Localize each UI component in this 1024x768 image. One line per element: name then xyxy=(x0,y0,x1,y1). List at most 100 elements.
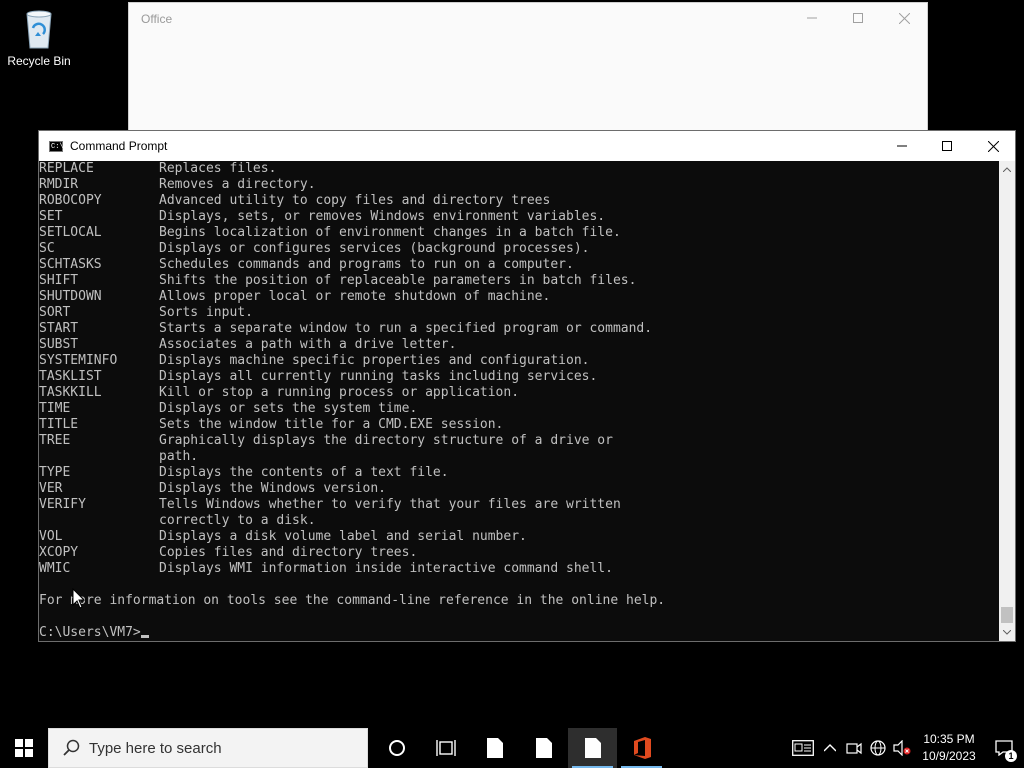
chevron-down-icon xyxy=(1003,630,1011,635)
scroll-down-button[interactable] xyxy=(999,624,1015,641)
command-description: Displays a disk volume label and serial … xyxy=(159,529,527,544)
console-line: TITLE Sets the window title for a CMD.EXE… xyxy=(39,417,1001,433)
maximize-icon xyxy=(942,141,952,151)
meet-now-button[interactable] xyxy=(842,728,866,768)
command-description: Replaces files. xyxy=(159,161,277,176)
command-description: Kill or stop a running process or applic… xyxy=(159,385,520,400)
command-description: Displays machine specific properties and… xyxy=(159,353,590,368)
command-name: SCHTASKS xyxy=(39,257,102,272)
office-window[interactable]: Office xyxy=(128,2,928,134)
notification-center-button[interactable]: 1 xyxy=(984,728,1024,768)
camera-icon xyxy=(846,742,862,755)
start-button[interactable] xyxy=(0,728,48,768)
clock-time: 10:35 PM xyxy=(923,732,975,746)
console-line: VER Displays the Windows version. xyxy=(39,481,1001,497)
command-description: Removes a directory. xyxy=(159,177,316,192)
office-maximize-button[interactable] xyxy=(835,3,881,33)
console-line: START Starts a separate window to run a s… xyxy=(39,321,1001,337)
console-line: SORT Sorts input. xyxy=(39,305,1001,321)
console-line: ROBOCOPY Advanced utility to copy files a… xyxy=(39,193,1001,209)
command-description: Displays, sets, or removes Windows envir… xyxy=(159,209,606,224)
command-description: Displays WMI information inside interact… xyxy=(159,561,613,576)
document-icon xyxy=(486,738,503,758)
prompt-text: C:\Users\VM7> xyxy=(39,625,141,640)
office-window-title: Office xyxy=(141,12,173,26)
command-name: ROBOCOPY xyxy=(39,193,102,208)
taskbar-file-app-1[interactable] xyxy=(470,728,519,768)
task-view-icon xyxy=(435,740,456,756)
taskbar-command-prompt[interactable] xyxy=(568,728,617,768)
command-description: Sorts input. xyxy=(159,305,253,320)
vertical-scrollbar[interactable] xyxy=(999,161,1015,641)
show-hidden-icons-button[interactable] xyxy=(818,728,842,768)
command-description: Tells Windows whether to verify that you… xyxy=(159,497,621,512)
cmd-close-button[interactable] xyxy=(970,131,1016,161)
maximize-icon xyxy=(853,13,863,23)
command-description: correctly to a disk. xyxy=(159,513,316,528)
command-name: VER xyxy=(39,481,63,496)
command-name: TASKKILL xyxy=(39,385,102,400)
command-description: Displays or sets the system time. xyxy=(159,401,418,416)
office-minimize-button[interactable] xyxy=(789,3,835,33)
command-description: Displays or configures services (backgro… xyxy=(159,241,590,256)
taskbar-office[interactable] xyxy=(617,728,666,768)
command-description: Advanced utility to copy files and direc… xyxy=(159,193,551,208)
command-description: Displays the Windows version. xyxy=(159,481,386,496)
console-line: VERIFY Tells Windows whether to verify th… xyxy=(39,497,1001,513)
clock-date: 10/9/2023 xyxy=(922,749,976,763)
command-name: TASKLIST xyxy=(39,369,102,384)
console-footer-line: For more information on tools see the co… xyxy=(39,593,666,608)
command-name: SYSTEMINFO xyxy=(39,353,118,368)
clock[interactable]: 10:35 PM 10/9/2023 xyxy=(914,731,984,765)
close-icon xyxy=(987,140,999,152)
cmd-minimize-button[interactable] xyxy=(879,131,925,161)
console-line: WMIC Displays WMI information inside inte… xyxy=(39,561,1001,577)
news-widget-button[interactable] xyxy=(788,728,818,768)
console-line: correctly to a disk. xyxy=(39,513,1001,529)
command-description: Schedules commands and programs to run o… xyxy=(159,257,574,272)
command-description: Displays the contents of a text file. xyxy=(159,465,449,480)
cortana-circle-icon xyxy=(388,740,405,756)
console-output[interactable]: REPLACE Replaces files. RMDIR Removes a dir… xyxy=(39,161,1001,641)
cmd-titlebar[interactable]: C:\ Command Prompt xyxy=(39,131,1015,161)
search-placeholder: Type here to search xyxy=(89,739,222,757)
recycle-bin-icon xyxy=(19,6,59,50)
command-name: START xyxy=(39,321,79,336)
command-name: SORT xyxy=(39,305,71,320)
network-button[interactable] xyxy=(866,728,890,768)
command-description: Starts a separate window to run a specif… xyxy=(159,321,653,336)
scroll-up-button[interactable] xyxy=(999,161,1015,178)
console-line: REPLACE Replaces files. xyxy=(39,161,1001,177)
cmd-app-icon: C:\ xyxy=(49,140,64,152)
command-name: SET xyxy=(39,209,63,224)
taskbar-file-app-2[interactable] xyxy=(519,728,568,768)
command-name: TITLE xyxy=(39,417,79,432)
task-view-button[interactable] xyxy=(421,728,470,768)
command-name: XCOPY xyxy=(39,545,79,560)
console-line: TASKLIST Displays all currently running t… xyxy=(39,369,1001,385)
console-line: SC Displays or configures services (backg… xyxy=(39,241,1001,257)
taskbar-search-box[interactable]: Type here to search xyxy=(48,728,368,768)
command-name: SHUTDOWN xyxy=(39,289,102,304)
command-name: SETLOCAL xyxy=(39,225,102,240)
globe-icon xyxy=(870,740,886,756)
volume-button[interactable] xyxy=(890,728,914,768)
command-prompt-window[interactable]: C:\ Command Prompt REPLACE Replaces files… xyxy=(38,130,1016,642)
command-description: Shifts the position of replaceable param… xyxy=(159,273,637,288)
recycle-bin-shortcut[interactable]: Recycle Bin xyxy=(4,6,74,68)
command-name: RMDIR xyxy=(39,177,79,192)
notification-count-badge: 1 xyxy=(1005,750,1017,762)
command-name: SHIFT xyxy=(39,273,79,288)
scroll-thumb[interactable] xyxy=(1001,607,1013,623)
console-line: SUBST Associates a path with a drive lett… xyxy=(39,337,1001,353)
cortana-button[interactable] xyxy=(372,728,421,768)
cmd-maximize-button[interactable] xyxy=(924,131,970,161)
command-name: WMIC xyxy=(39,561,71,576)
command-description: Sets the window title for a CMD.EXE sess… xyxy=(159,417,504,432)
office-close-button[interactable] xyxy=(881,3,927,33)
console-prompt-line[interactable]: C:\Users\VM7> xyxy=(39,625,1001,641)
windows-logo-icon xyxy=(15,739,33,757)
text-cursor xyxy=(140,635,149,638)
